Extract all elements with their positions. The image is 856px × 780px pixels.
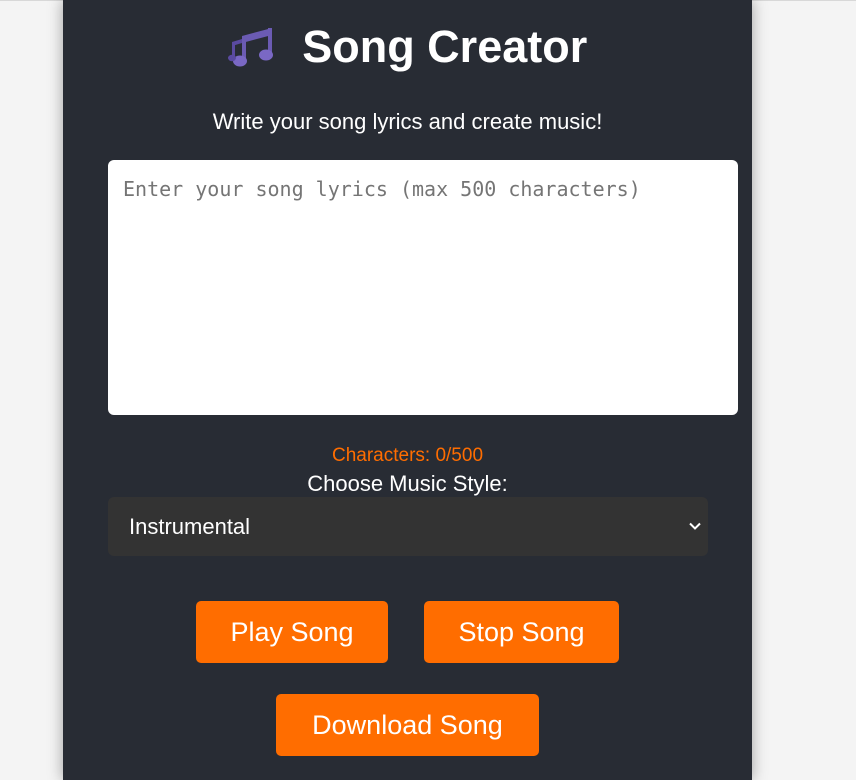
music-style-label: Choose Music Style: (307, 471, 508, 496)
music-style-selected-value: Instrumental (129, 514, 251, 539)
stop-song-button[interactable]: Stop Song (424, 601, 619, 663)
page-header: Song Creator (63, 22, 752, 78)
page-subtitle: Write your song lyrics and create music! (212, 109, 603, 134)
download-song-button[interactable]: Download Song (276, 694, 539, 756)
chevron-down-icon (688, 519, 702, 533)
music-notes-icon (227, 22, 278, 72)
lyrics-textarea[interactable] (108, 160, 738, 415)
song-creator-panel: Song Creator Write your song lyrics and … (63, 0, 752, 780)
music-style-select[interactable]: Instrumental (108, 497, 708, 556)
play-song-button[interactable]: Play Song (196, 601, 388, 663)
page-title: Song Creator (302, 21, 588, 72)
character-counter: Characters: 0/500 (331, 445, 484, 466)
